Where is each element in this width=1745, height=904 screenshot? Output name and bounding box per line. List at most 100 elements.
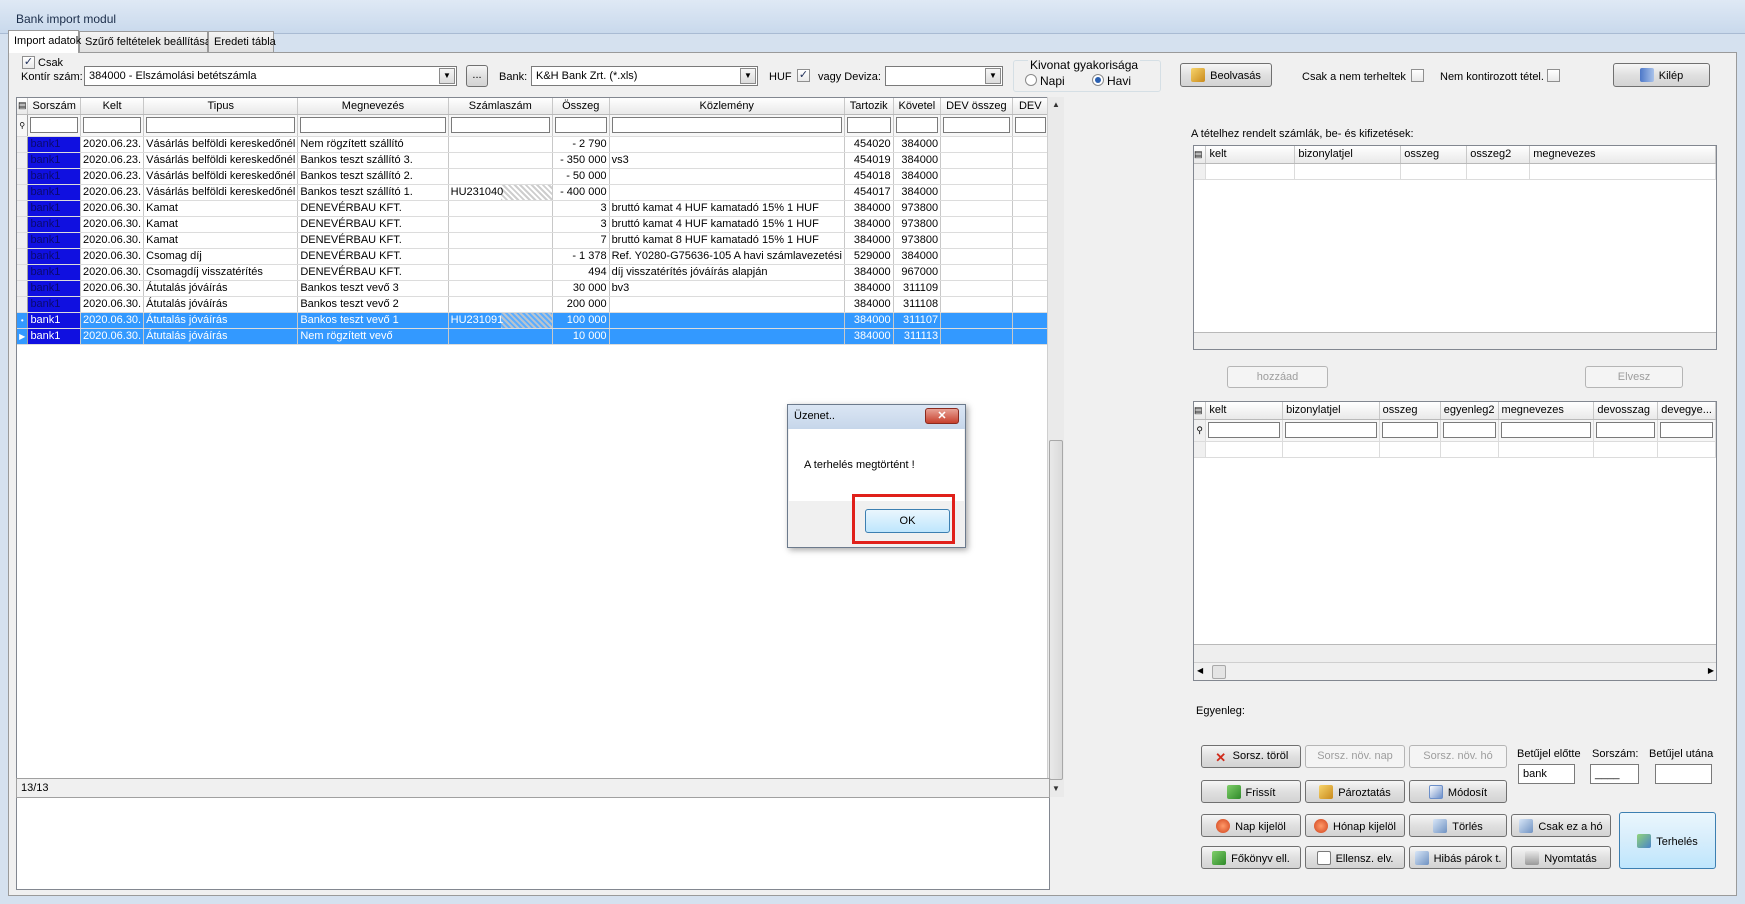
kontir-select[interactable]: 384000 - Elszámolási betétszámla ▼ <box>84 66 457 86</box>
cell-kelt[interactable]: 2020.06.23. <box>80 152 145 169</box>
cell-kozlemeny[interactable] <box>609 136 845 153</box>
cell-kozlemeny[interactable] <box>609 184 845 201</box>
cell-megnevezes[interactable]: DENEVÉRBAU KFT. <box>297 232 449 249</box>
kontir-browse-button[interactable]: ... <box>466 65 488 87</box>
cell-dev[interactable] <box>1012 264 1049 281</box>
cell-kovetel[interactable]: 384000 <box>893 168 942 185</box>
cell-dev[interactable] <box>1012 280 1049 297</box>
cell-megnevezes[interactable]: Nem rögzített szállító <box>297 136 449 153</box>
cell-tartozik[interactable]: 384000 <box>844 200 894 217</box>
available-hscrollbar[interactable]: ◀ ▶ <box>1194 662 1716 680</box>
elvesz-button[interactable]: Elvesz <box>1585 366 1683 388</box>
napi-radio[interactable] <box>1025 74 1037 86</box>
scroll-thumb[interactable] <box>1049 440 1063 780</box>
cell-kovetel[interactable]: 311107 <box>893 312 942 329</box>
cell-kelt[interactable]: 2020.06.30. <box>80 328 145 345</box>
cell-tipus[interactable]: Vásárlás belföldi kereskedőnél <box>143 168 299 185</box>
honap-kijelol-button[interactable]: Hónap kijelöl <box>1305 814 1405 837</box>
cell-kozlemeny[interactable]: bruttó kamat 4 HUF kamatadó 15% 1 HUF <box>609 200 845 217</box>
cell-tipus[interactable]: Átutalás jóváírás <box>143 280 299 297</box>
col-kovetel[interactable]: Követel <box>893 98 942 115</box>
fokonyv-ell-button[interactable]: Főkönyv ell. <box>1201 846 1301 869</box>
cell-szamlaszam[interactable]: HU231091 <box>448 312 553 329</box>
filter-input[interactable] <box>895 117 939 133</box>
cell-megnevezes[interactable]: DENEVÉRBAU KFT. <box>297 200 449 217</box>
cell-dev[interactable] <box>1012 184 1049 201</box>
hibas-parok-button[interactable]: Hibás párok t. <box>1409 846 1507 869</box>
col-sorszam[interactable]: Sorszám <box>27 98 81 115</box>
cell-megnevezes[interactable]: Bankos teszt szállító 3. <box>297 152 449 169</box>
cell-kozlemeny[interactable]: bruttó kamat 4 HUF kamatadó 15% 1 HUF <box>609 216 845 233</box>
cell-osszeg[interactable]: - 2 790 <box>552 136 610 153</box>
cell-tipus[interactable]: Vásárlás belföldi kereskedőnél <box>143 136 299 153</box>
cell-tipus[interactable]: Átutalás jóváírás <box>143 312 299 329</box>
tab-szuro-feltetelek[interactable]: Szűrő feltételek beállítása <box>79 31 211 52</box>
cell-tartozik[interactable]: 384000 <box>844 264 894 281</box>
assigned-col-kelt[interactable]: kelt <box>1205 146 1296 164</box>
deviza-select[interactable]: ▼ <box>885 66 1003 86</box>
assigned-col-osszeg2[interactable]: osszeg2 <box>1466 146 1531 164</box>
cell-osszeg[interactable]: - 350 000 <box>552 152 610 169</box>
cell-kozlemeny[interactable]: Ref. Y0280-G75636-105 A havi számlavezet… <box>609 248 845 265</box>
table-row[interactable]: • bank1 2020.06.30. Átutalás jóváírás Bankos… <box>17 312 1049 329</box>
available-col-egyenleg2[interactable]: egyenleg2 <box>1440 402 1499 420</box>
col-osszeg[interactable]: Összeg <box>552 98 610 115</box>
cell-dev[interactable] <box>1012 216 1049 233</box>
cell-kozlemeny[interactable]: bruttó kamat 8 HUF kamatadó 15% 1 HUF <box>609 232 845 249</box>
cell-tipus[interactable]: Átutalás jóváírás <box>143 296 299 313</box>
frissit-button[interactable]: Frissít <box>1201 780 1301 803</box>
col-tipus[interactable]: Tipus <box>143 98 299 115</box>
table-row[interactable]: ▶ bank1 2020.06.30. Átutalás jóváírás Nem rö… <box>17 328 1049 345</box>
cell-megnevezes[interactable]: Bankos teszt szállító 1. <box>297 184 449 201</box>
cell-tartozik[interactable]: 529000 <box>844 248 894 265</box>
cell-kozlemeny[interactable]: vs3 <box>609 152 845 169</box>
table-row[interactable]: bank1 2020.06.30. Kamat DENEVÉRBAU KFT. 3 bru… <box>17 200 1049 217</box>
row-indicator[interactable] <box>17 264 29 281</box>
cell-dev[interactable] <box>1012 168 1049 185</box>
cell-kovetel[interactable]: 384000 <box>893 248 942 265</box>
cell-kovetel[interactable]: 384000 <box>893 184 942 201</box>
cell-szamlaszam[interactable]: HU231040 <box>448 184 553 201</box>
assigned-col-osszeg[interactable]: osszeg <box>1400 146 1468 164</box>
nyomtatas-button[interactable]: Nyomtatás <box>1511 846 1611 869</box>
cell-dev-osszeg[interactable] <box>940 216 1013 233</box>
cell-tipus[interactable]: Kamat <box>143 232 299 249</box>
cell-kovetel[interactable]: 384000 <box>893 136 942 153</box>
cell-szamlaszam[interactable] <box>448 280 553 297</box>
grid-corner[interactable]: ▤ <box>17 98 29 115</box>
cell-tartozik[interactable]: 454017 <box>844 184 894 201</box>
cell-szamlaszam[interactable] <box>448 168 553 185</box>
cell-kelt[interactable]: 2020.06.30. <box>80 200 145 217</box>
cell-kelt[interactable]: 2020.06.30. <box>80 232 145 249</box>
cell-kovetel[interactable]: 311109 <box>893 280 942 297</box>
cell-dev[interactable] <box>1012 248 1049 265</box>
table-row[interactable]: bank1 2020.06.30. Átutalás jóváírás Bankos … <box>17 296 1049 313</box>
table-row[interactable]: bank1 2020.06.30. Kamat DENEVÉRBAU KFT. 7 bru… <box>17 232 1049 249</box>
cell-tipus[interactable]: Kamat <box>143 200 299 217</box>
cell-kelt[interactable]: 2020.06.30. <box>80 296 145 313</box>
cell-sorszam[interactable]: bank1 <box>27 264 81 281</box>
cell-dev-osszeg[interactable] <box>940 184 1013 201</box>
cell-tartozik[interactable]: 454019 <box>844 152 894 169</box>
tab-eredeti-tabla[interactable]: Eredeti tábla <box>208 31 276 52</box>
col-kelt[interactable]: Kelt <box>80 98 145 115</box>
sorszam-input[interactable]: ____ <box>1590 764 1639 784</box>
filter-input[interactable] <box>450 117 550 133</box>
cell-osszeg[interactable]: 494 <box>552 264 610 281</box>
ellensz-elv-button[interactable]: Ellensz. elv. <box>1305 846 1405 869</box>
table-row[interactable]: bank1 2020.06.30. Átutalás jóváírás Bankos … <box>17 280 1049 297</box>
assigned-col-bizonylatjel[interactable]: bizonylatjel <box>1294 146 1402 164</box>
row-indicator[interactable] <box>17 184 29 201</box>
csak-nem-terheltek-checkbox[interactable] <box>1411 69 1424 82</box>
cell-dev[interactable] <box>1012 328 1049 345</box>
cell-osszeg[interactable]: 100 000 <box>552 312 610 329</box>
cell-kovetel[interactable]: 973800 <box>893 200 942 217</box>
cell-sorszam[interactable]: bank1 <box>27 312 81 329</box>
cell-tartozik[interactable]: 384000 <box>844 280 894 297</box>
cell-kelt[interactable]: 2020.06.23. <box>80 168 145 185</box>
cell-tipus[interactable]: Vásárlás belföldi kereskedőnél <box>143 152 299 169</box>
cell-tartozik[interactable]: 454018 <box>844 168 894 185</box>
cell-kozlemeny[interactable] <box>609 168 845 185</box>
cell-osszeg[interactable]: 200 000 <box>552 296 610 313</box>
row-indicator[interactable] <box>17 152 29 169</box>
